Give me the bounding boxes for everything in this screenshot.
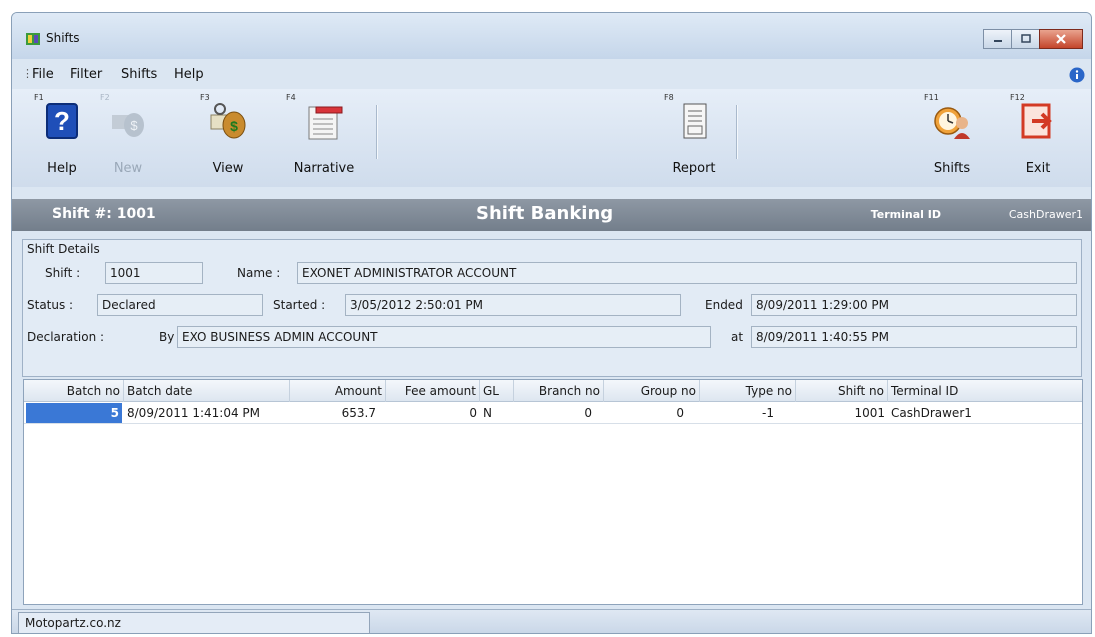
declared-at-field[interactable]: 8/09/2011 1:40:55 PM [751,326,1077,348]
col-header-group-no[interactable]: Group no [604,380,700,402]
exit-icon [1021,103,1052,139]
cell-terminal-id[interactable]: CashDrawer1 [888,403,1082,423]
cell-amount[interactable]: 653.7 [290,403,386,423]
status-field[interactable]: Declared [97,294,263,316]
svg-text:$: $ [230,118,238,134]
exit-label: Exit [1025,161,1051,176]
terminal-id-label: Terminal ID [870,208,941,221]
cell-gl[interactable]: N [480,403,514,423]
shifts-button[interactable]: F11 Shifts [922,89,982,187]
shifts-label: Shifts [933,161,971,176]
minimize-button[interactable] [983,29,1011,49]
row-divider [24,423,1082,424]
col-header-batch-no[interactable]: Batch no [24,380,124,402]
app-icon [26,33,40,45]
title-bar: Shifts [12,13,1091,59]
declared-by-field[interactable]: EXO BUSINESS ADMIN ACCOUNT [177,326,711,348]
new-label: New [113,161,143,176]
new-button[interactable]: F2 $ New [98,89,158,187]
col-header-gl[interactable]: GL [480,380,514,402]
report-icon [683,103,707,139]
shift-label: Shift : [45,266,81,280]
maximize-icon [1020,34,1031,43]
col-header-branch-no[interactable]: Branch no [514,380,604,402]
terminal-id-value: CashDrawer1 [1008,208,1083,221]
menu-filter[interactable]: Filter [70,67,102,82]
info-icon[interactable] [1069,67,1085,83]
name-field[interactable]: EXONET ADMINISTRATOR ACCOUNT [297,262,1077,284]
cell-batch-no[interactable]: 5 [26,403,122,423]
help-icon: ? [46,103,78,139]
col-header-fee-amount[interactable]: Fee amount [386,380,480,402]
ended-field[interactable]: 8/09/2011 1:29:00 PM [751,294,1077,316]
shift-number: Shift #: 1001 [52,206,156,222]
status-bar: Motopartz.co.nz [12,609,1091,633]
by-label: By [159,330,175,344]
shift-field[interactable]: 1001 [105,262,203,284]
toolbar-separator [736,105,738,159]
company-status: Motopartz.co.nz [18,612,370,633]
status-label: Status : [27,298,74,312]
report-label: Report [672,161,716,176]
page-title: Shift Banking [476,203,614,224]
view-icon: $ [210,103,246,139]
name-label: Name : [237,266,281,280]
close-button[interactable] [1039,29,1083,49]
view-label: View [212,161,244,176]
narrative-label: Narrative [293,161,355,176]
toolbar-separator [376,105,378,159]
cell-type-no[interactable]: -1 [700,403,796,423]
help-button[interactable]: F1 ? Help [32,89,92,187]
declaration-label: Declaration : [27,330,105,344]
narrative-button[interactable]: F4 Narrative [284,89,364,187]
ended-label: Ended [705,298,743,312]
view-button[interactable]: F3 $ View [198,89,258,187]
new-icon: $ [112,113,144,137]
close-icon [1056,34,1066,44]
shifts-window: Shifts ⋮ File Filter Shifts Help F1 ? He… [11,12,1092,634]
toolbar: F1 ? Help F2 $ New F3 $ View F4 Narrativ… [12,89,1091,187]
started-label: Started : [273,298,326,312]
menu-bar: ⋮ File Filter Shifts Help [12,63,1091,87]
window-controls [983,29,1083,49]
window-title: Shifts [46,31,80,45]
col-header-type-no[interactable]: Type no [700,380,796,402]
menu-file[interactable]: File [32,67,54,82]
col-header-amount[interactable]: Amount [290,380,386,402]
menu-shifts[interactable]: Shifts [121,67,157,82]
cell-group-no[interactable]: 0 [604,403,700,423]
narrative-fkey: F4 [286,93,296,102]
narrative-icon [308,106,343,140]
cell-batch-date[interactable]: 8/09/2011 1:41:04 PM [124,403,290,423]
shift-header-bar: Shift #: 1001 Shift Banking Terminal ID … [12,199,1091,231]
shift-details-title: Shift Details [27,242,100,256]
cell-shift-no[interactable]: 1001 [796,403,888,423]
cell-branch-no[interactable]: 0 [514,403,604,423]
maximize-button[interactable] [1011,29,1039,49]
at-label: at [731,330,744,344]
svg-text:$: $ [130,118,138,133]
minimize-icon [993,40,1002,42]
report-fkey: F8 [664,93,674,102]
col-header-terminal-id[interactable]: Terminal ID [888,380,1082,402]
report-button[interactable]: F8 Report [662,89,726,187]
menu-help[interactable]: Help [174,67,204,82]
cell-fee-amount[interactable]: 0 [386,403,480,423]
help-label: Help [47,161,77,176]
shifts-icon [934,107,970,139]
col-header-batch-date[interactable]: Batch date [124,380,290,402]
col-header-shift-no[interactable]: Shift no [796,380,888,402]
exit-button[interactable]: F12 Exit [1008,89,1068,187]
grid-header: Batch no Batch date Amount Fee amount GL… [24,380,1082,402]
started-field[interactable]: 3/05/2012 2:50:01 PM [345,294,681,316]
svg-text:?: ? [54,106,70,136]
batch-grid[interactable]: Batch no Batch date Amount Fee amount GL… [23,379,1083,605]
shift-details-group: Shift Details Shift : 1001 Name : EXONET… [22,239,1082,377]
